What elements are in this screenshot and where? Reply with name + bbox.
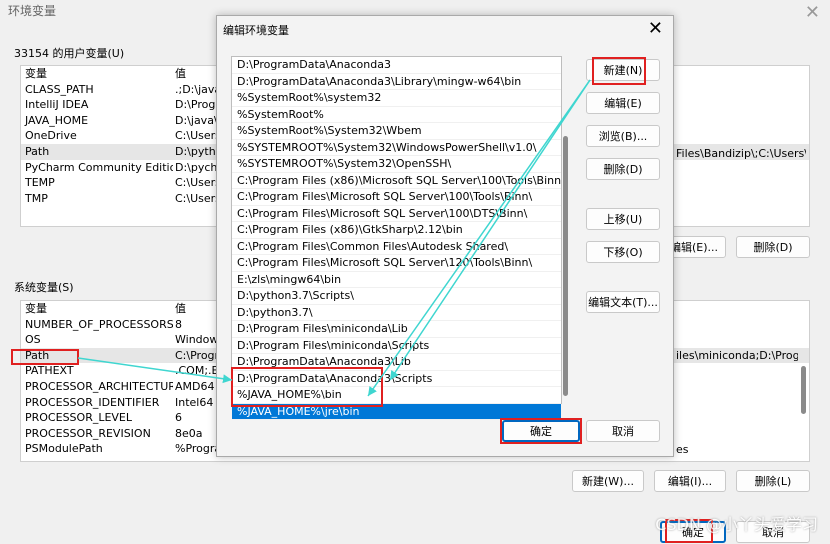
watermark: CSDN @小丫头爱学习 bbox=[655, 515, 818, 534]
arrow-new-to-entry bbox=[389, 79, 591, 381]
arrow-path-to-list bbox=[77, 357, 233, 384]
annotation-arrows bbox=[77, 79, 591, 397]
arrow-new-to-entry-2 bbox=[367, 79, 591, 397]
